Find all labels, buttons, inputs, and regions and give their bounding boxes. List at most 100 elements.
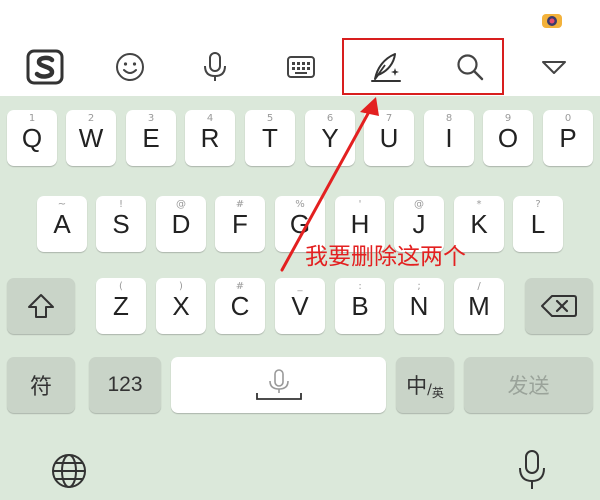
key-sub-label: 8: [445, 113, 453, 124]
key-label: O: [497, 122, 519, 153]
key-sub-label: !: [118, 199, 123, 210]
backspace-key[interactable]: [525, 278, 593, 334]
key-label: S: [112, 208, 130, 239]
key-label: F: [232, 208, 248, 239]
send-key[interactable]: 发送: [464, 357, 593, 413]
chinese-english-toggle-key[interactable]: 中 / 英: [396, 357, 454, 413]
key-label: M: [468, 290, 490, 321]
key-label: D: [171, 208, 191, 239]
key-label: P: [559, 122, 577, 153]
keyboard-icon[interactable]: [279, 38, 323, 96]
key-label: J: [412, 208, 426, 239]
key-w[interactable]: 2W: [66, 110, 116, 166]
key-z[interactable]: (Z: [96, 278, 146, 334]
status-bar: [0, 0, 600, 38]
key-sub-label: ;: [417, 281, 421, 292]
key-e[interactable]: 3E: [126, 110, 176, 166]
space-key[interactable]: [171, 357, 386, 413]
key-d[interactable]: @ D: [156, 196, 206, 252]
key-k[interactable]: * K: [454, 196, 504, 252]
key-i[interactable]: 8I: [424, 110, 474, 166]
handwriting-quill-icon[interactable]: [362, 38, 408, 96]
key-label: Z: [113, 290, 129, 321]
key-sub-label: ': [358, 199, 362, 210]
key-label: G: [289, 208, 311, 239]
key-p[interactable]: 0P: [543, 110, 593, 166]
shift-key[interactable]: [7, 278, 75, 334]
key-r[interactable]: 4R: [185, 110, 235, 166]
key-label: T: [262, 122, 278, 153]
key-label: Q: [21, 122, 43, 153]
search-icon[interactable]: [448, 38, 492, 96]
lang-sub-label: 英: [431, 385, 444, 400]
microphone-icon[interactable]: [193, 38, 237, 96]
key-label: U: [379, 122, 399, 153]
key-sub-label: 0: [564, 113, 572, 124]
key-sub-label: 5: [266, 113, 274, 124]
key-label: I: [445, 122, 453, 153]
key-sub-label: 3: [147, 113, 155, 124]
key-h[interactable]: ' H: [335, 196, 385, 252]
key-label: A: [53, 208, 71, 239]
key-label: Y: [321, 122, 339, 153]
key-l[interactable]: ? L: [513, 196, 563, 252]
key-t[interactable]: 5T: [245, 110, 295, 166]
key-f[interactable]: # F: [215, 196, 265, 252]
space-microphone-icon: [255, 369, 302, 400]
key-label: N: [409, 290, 429, 321]
key-g[interactable]: % G: [275, 196, 325, 252]
key-x[interactable]: ) X: [156, 278, 206, 334]
key-sub-label: (: [119, 281, 123, 292]
key-sub-label: *: [476, 199, 482, 210]
key-j[interactable]: @ J: [394, 196, 444, 252]
key-b[interactable]: :B: [335, 278, 385, 334]
key-sub-label: #: [235, 281, 245, 292]
key-sub-label: @: [176, 199, 186, 210]
key-u[interactable]: 7U: [364, 110, 414, 166]
lang-main-label: 中: [406, 374, 428, 398]
shift-arrow-icon: [28, 294, 54, 318]
key-a[interactable]: ~ A: [37, 196, 87, 252]
key-s[interactable]: ! S: [96, 196, 146, 252]
key-label: B: [351, 290, 369, 321]
key-c[interactable]: # C: [215, 278, 265, 334]
key-label: E: [142, 122, 160, 153]
key-label: R: [200, 122, 220, 153]
key-sub-label: _: [297, 281, 303, 292]
key-o[interactable]: 9O: [483, 110, 533, 166]
key-label: C: [230, 290, 250, 321]
key-label: V: [291, 290, 309, 321]
key-sub-label: ?: [535, 199, 541, 210]
key-sub-label: 9: [504, 113, 512, 124]
key-sub-label: %: [295, 199, 305, 210]
keyboard-toolbar: [0, 38, 600, 96]
collapse-triangle-icon[interactable]: [532, 38, 576, 96]
key-label: H: [350, 208, 370, 239]
key-sub-label: 2: [87, 113, 95, 124]
key-m[interactable]: / M: [454, 278, 504, 334]
key-v[interactable]: _ V: [275, 278, 325, 334]
key-label: K: [470, 208, 488, 239]
key-y[interactable]: 6Y: [305, 110, 355, 166]
key-sub-label: 1: [28, 113, 36, 124]
key-sub-label: ~: [57, 199, 67, 210]
key-sub-label: 4: [206, 113, 214, 124]
globe-icon[interactable]: [46, 448, 92, 494]
numbers-key[interactable]: 123: [89, 357, 161, 413]
emoji-icon[interactable]: [108, 38, 152, 96]
key-sub-label: @: [414, 199, 424, 210]
key-label: W: [78, 122, 104, 153]
symbol-key[interactable]: 符: [7, 357, 75, 413]
key-sub-label: 7: [385, 113, 393, 124]
key-n[interactable]: ; N: [394, 278, 444, 334]
sogou-logo-icon[interactable]: [22, 38, 68, 96]
key-sub-label: #: [235, 199, 245, 210]
key-label: L: [530, 208, 546, 239]
key-q[interactable]: 1Q: [7, 110, 57, 166]
key-label: X: [172, 290, 190, 321]
camera-notification-icon: [542, 14, 562, 28]
key-sub-label: /: [477, 281, 481, 292]
key-sub-label: ): [179, 281, 183, 292]
voice-input-icon[interactable]: [512, 446, 552, 494]
backspace-icon: [541, 295, 577, 317]
